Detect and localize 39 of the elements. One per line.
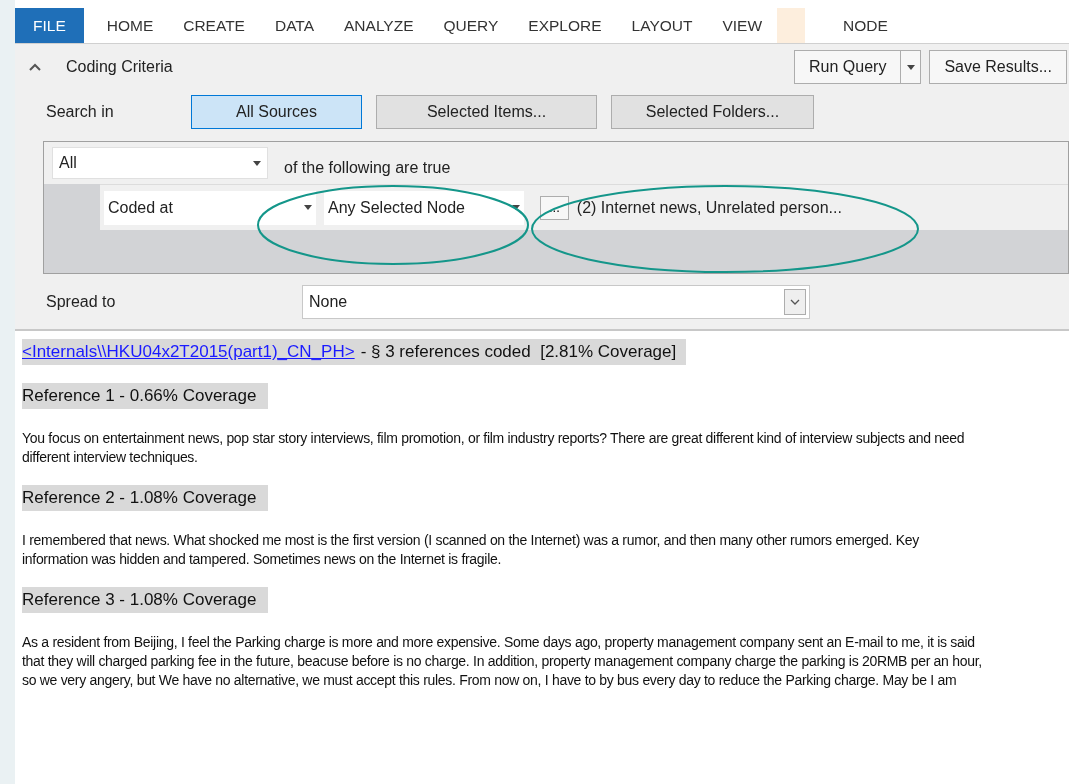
search-scope-option[interactable]: All Sources [191, 95, 362, 129]
ribbon-tab[interactable]: HOME [91, 8, 169, 43]
search-scope-option[interactable]: Selected Items... [376, 95, 597, 129]
reference-text: You focus on entertainment news, pop star story interviews, film promotion, or film industry reports? There are great different kind of interview subjects and need different interview techniques. [22, 429, 966, 467]
chevron-up-icon[interactable] [29, 63, 41, 71]
ribbon-tab[interactable]: VIEW [707, 8, 778, 43]
reference-text: As a resident from Beijing, I feel the Parking charge is more and more expensive. Some days ago, property management company sent an E-mail to me, it is said that they will charged parking fee in the future, beacuse before is no charge. In addition, property management company charge the parking is 20RMB per an hour, so we very angery, but We have no alternative, we must accept this rules. From now on, I have to by bus every day to reduce the Parking charge. May be I am [22, 633, 982, 690]
chevron-down-icon [790, 298, 800, 305]
reference-heading: Reference 3 - 1.08% Coverage [22, 587, 269, 613]
dropdown-caret-icon [304, 205, 312, 210]
ribbon-tab[interactable]: EXPLORE [513, 8, 617, 43]
source-link[interactable]: <Internals\\HKU04x2T2015(part1)_CN_PH> [22, 339, 355, 365]
reference-heading: Reference 1 - 0.66% Coverage [22, 383, 269, 409]
spread-to-combobox[interactable]: None [302, 284, 810, 319]
run-query-dropdown[interactable] [901, 50, 922, 84]
browse-button[interactable]: ... [540, 195, 569, 220]
coding-summary: - § 3 references coded [2.81% Coverage] [360, 341, 677, 364]
search-in-label: Search in [46, 102, 115, 122]
reference-text: I remembered that news. What shocked me most is the first version (I scanned on the Internet) was a rumor, and then many other rumors emerged. Key information was hidden and tampered. Sometimes news on the Internet is fragile. [22, 531, 920, 569]
ribbon-tab[interactable]: FILE [15, 8, 84, 43]
field-combobox[interactable]: Coded at [104, 190, 316, 225]
ribbon-tab[interactable]: ANALYZE [329, 8, 429, 43]
dropdown-caret-icon [906, 64, 915, 70]
selected-nodes-text: (2) Internet news, Unrelated person... [576, 197, 842, 218]
search-scope-option[interactable]: Selected Folders... [611, 95, 814, 129]
save-results-button[interactable]: Save Results... [929, 50, 1067, 84]
dropdown-caret-icon [253, 160, 261, 166]
operator-combobox[interactable]: Any Selected Node [324, 190, 524, 225]
reference-heading: Reference 2 - 1.08% Coverage [22, 485, 269, 511]
spread-to-label: Spread to [46, 291, 117, 312]
section-title: Coding Criteria [66, 57, 173, 77]
match-combobox[interactable]: All [52, 147, 268, 179]
dropdown-caret-icon [512, 205, 520, 210]
ribbon-tab[interactable]: LAYOUT [616, 8, 708, 43]
ribbon-tab[interactable]: QUERY [428, 8, 514, 43]
match-description: of the following are true [284, 158, 451, 178]
ribbon-tab[interactable]: CREATE [168, 8, 260, 43]
ribbon-tab[interactable]: DATA [259, 8, 329, 43]
run-query-button[interactable]: Run Query [794, 50, 902, 84]
